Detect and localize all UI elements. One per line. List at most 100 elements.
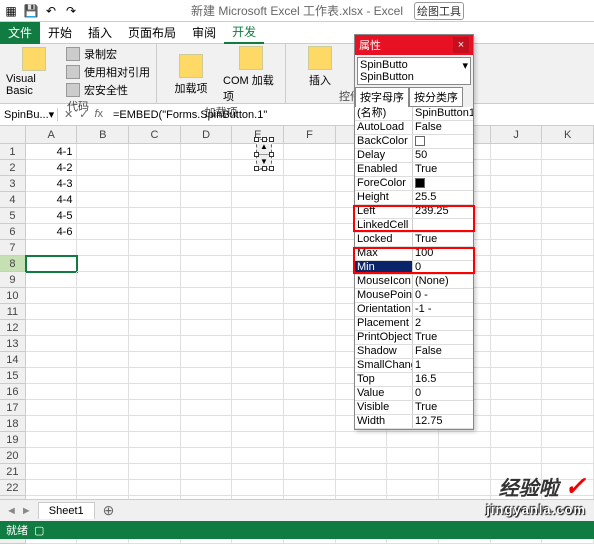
property-value[interactable]: &H8000001 [413, 177, 473, 190]
cell[interactable] [336, 432, 388, 448]
cell[interactable] [77, 176, 129, 192]
chevron-down-icon[interactable]: ▾ [49, 108, 55, 121]
cell[interactable] [284, 416, 336, 432]
column-header[interactable]: B [77, 126, 129, 144]
fx-icon[interactable]: fx [94, 108, 103, 121]
row-header[interactable]: 10 [0, 288, 26, 304]
cell[interactable] [542, 192, 594, 208]
cell[interactable] [129, 432, 181, 448]
cell[interactable] [542, 256, 594, 272]
cell[interactable] [336, 448, 388, 464]
row-header[interactable]: 4 [0, 192, 26, 208]
cell[interactable] [129, 160, 181, 176]
property-row[interactable]: Placement2 [355, 317, 473, 331]
cell[interactable] [181, 480, 233, 496]
cell[interactable] [491, 160, 543, 176]
cell[interactable] [129, 256, 181, 272]
cell[interactable] [491, 384, 543, 400]
cell[interactable] [542, 416, 594, 432]
property-value[interactable]: 1 [413, 359, 473, 372]
resize-handle[interactable] [262, 137, 267, 142]
property-row[interactable]: PrintObjectTrue [355, 331, 473, 345]
tab-alphabetic[interactable]: 按字母序 [355, 87, 409, 107]
cell[interactable] [26, 288, 78, 304]
cell[interactable] [77, 272, 129, 288]
cell[interactable] [232, 336, 284, 352]
cell[interactable] [129, 176, 181, 192]
cell[interactable] [491, 352, 543, 368]
cell[interactable] [232, 464, 284, 480]
property-row[interactable]: (名称)SpinButton1 [355, 107, 473, 121]
cell[interactable] [542, 336, 594, 352]
cell[interactable] [232, 480, 284, 496]
cell[interactable] [181, 400, 233, 416]
cell[interactable] [284, 288, 336, 304]
property-value[interactable]: 100 [413, 247, 473, 260]
cell[interactable] [491, 272, 543, 288]
row-header[interactable]: 13 [0, 336, 26, 352]
cell[interactable] [129, 336, 181, 352]
cell[interactable] [284, 192, 336, 208]
cell[interactable] [232, 432, 284, 448]
name-box[interactable]: SpinBu...▾ [0, 108, 58, 121]
property-row[interactable]: BackColor&H8000000 [355, 135, 473, 149]
cell[interactable] [439, 448, 491, 464]
cell[interactable] [26, 432, 78, 448]
cell[interactable] [129, 304, 181, 320]
row-header[interactable]: 14 [0, 352, 26, 368]
property-value[interactable]: 50 [413, 149, 473, 162]
cell[interactable] [491, 432, 543, 448]
property-value[interactable]: 25.5 [413, 191, 473, 204]
cell[interactable] [26, 352, 78, 368]
row-header[interactable]: 8 [0, 256, 26, 272]
property-value[interactable]: 2 [413, 317, 473, 330]
property-value[interactable]: 239.25 [413, 205, 473, 218]
cell[interactable] [181, 368, 233, 384]
cell[interactable]: 4-2 [26, 160, 78, 176]
cell[interactable] [181, 224, 233, 240]
cell[interactable] [26, 400, 78, 416]
cell[interactable] [129, 400, 181, 416]
cell[interactable] [181, 352, 233, 368]
cell[interactable] [232, 384, 284, 400]
property-value[interactable]: False [413, 345, 473, 358]
cell[interactable] [232, 448, 284, 464]
cell[interactable] [77, 448, 129, 464]
property-row[interactable]: Orientation-1 - fmOrien [355, 303, 473, 317]
tab-review[interactable]: 审阅 [184, 22, 224, 44]
row-header[interactable]: 7 [0, 240, 26, 256]
cell[interactable] [77, 416, 129, 432]
row-header[interactable]: 21 [0, 464, 26, 480]
cell[interactable] [284, 304, 336, 320]
cell[interactable] [542, 448, 594, 464]
cell[interactable] [284, 464, 336, 480]
column-header[interactable]: C [129, 126, 181, 144]
cell[interactable] [284, 320, 336, 336]
cell[interactable] [387, 432, 439, 448]
property-row[interactable]: Left239.25 [355, 205, 473, 219]
column-header[interactable]: F [284, 126, 336, 144]
property-row[interactable]: MousePointer0 - fmMouse [355, 289, 473, 303]
row-header[interactable]: 2 [0, 160, 26, 176]
tab-categorized[interactable]: 按分类序 [409, 87, 463, 107]
cell[interactable] [77, 288, 129, 304]
cell[interactable] [387, 464, 439, 480]
cell[interactable] [181, 432, 233, 448]
cell[interactable] [129, 192, 181, 208]
select-all-corner[interactable] [0, 126, 26, 144]
cell[interactable] [232, 352, 284, 368]
property-row[interactable]: EnabledTrue [355, 163, 473, 177]
visual-basic-button[interactable]: Visual Basic [6, 46, 62, 98]
cell[interactable] [129, 352, 181, 368]
cell[interactable] [542, 368, 594, 384]
property-value[interactable]: True [413, 233, 473, 246]
cell[interactable] [26, 416, 78, 432]
cell[interactable] [129, 240, 181, 256]
row-header[interactable]: 17 [0, 400, 26, 416]
cell[interactable] [336, 464, 388, 480]
cell[interactable] [491, 400, 543, 416]
cell[interactable] [129, 416, 181, 432]
row-header[interactable]: 12 [0, 320, 26, 336]
cell[interactable] [77, 352, 129, 368]
property-value[interactable]: 12.75 [413, 415, 473, 428]
